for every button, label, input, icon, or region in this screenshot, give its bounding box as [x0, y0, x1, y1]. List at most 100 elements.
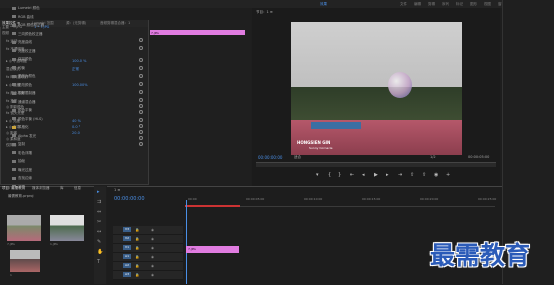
effect-item[interactable]: 查找边缘: [12, 176, 32, 181]
mute-icon[interactable]: ◉: [151, 273, 154, 277]
play-icon[interactable]: ▶: [374, 172, 378, 178]
ec-row-value[interactable]: 100.00%: [72, 83, 88, 87]
effect-item[interactable]: 保留颜色: [12, 57, 32, 62]
tab-info[interactable]: 信息: [74, 186, 81, 191]
effect-item[interactable]: 均衡: [12, 66, 25, 71]
track-header-a2[interactable]: A2 🔒 ◉: [113, 262, 183, 271]
reset-icon[interactable]: [139, 66, 143, 70]
mark-in-icon[interactable]: {: [328, 172, 331, 178]
reset-icon[interactable]: [139, 142, 143, 146]
track-label[interactable]: V1: [123, 245, 131, 250]
tab-project[interactable]: 项目: 最需教育: [2, 186, 25, 191]
program-monitor-title[interactable]: 节目：1 ≡: [256, 10, 273, 15]
lock-icon[interactable]: 🔒: [135, 255, 139, 259]
tab-audio-mixer[interactable]: 音频剪辑混合器：1: [100, 21, 130, 26]
track-label[interactable]: V3: [123, 227, 131, 232]
timeline-timecode[interactable]: 00:00:00:00: [114, 196, 145, 202]
menu-item[interactable]: 剪辑: [428, 2, 435, 7]
hand-tool-icon[interactable]: ✋: [97, 250, 103, 255]
effect-item[interactable]: 彩色浮雕: [12, 151, 32, 156]
effect-item[interactable]: 复制: [12, 142, 25, 147]
workspace-tab-effects[interactable]: 效果: [320, 2, 327, 7]
type-tool-icon[interactable]: T: [97, 260, 102, 265]
step-back-icon[interactable]: ◂: [362, 172, 365, 178]
lock-icon[interactable]: 🔒: [135, 246, 139, 250]
reset-icon[interactable]: [139, 90, 143, 94]
reset-icon[interactable]: [139, 98, 143, 102]
tab-libraries[interactable]: 库: [60, 186, 64, 191]
ec-row-value[interactable]: 正常: [72, 67, 79, 72]
lock-icon[interactable]: 🔒: [135, 264, 139, 268]
mute-icon[interactable]: ◉: [151, 255, 154, 259]
ec-row-value[interactable]: 100.0 %: [72, 59, 86, 63]
effect-item[interactable]: RGB 颜色校正器: [12, 23, 44, 28]
menu-item[interactable]: 标记: [456, 2, 463, 7]
zoom-select[interactable]: 适合: [294, 155, 301, 160]
go-to-out-icon[interactable]: ⇥: [398, 172, 402, 178]
project-thumb-2[interactable]: [50, 215, 84, 241]
track-header-v1[interactable]: V1 🔒 ◉: [113, 244, 183, 253]
ec-row-value[interactable]: 20.0: [72, 131, 80, 135]
effect-item[interactable]: 通道混合器: [12, 100, 36, 105]
pen-tool-icon[interactable]: ✎: [97, 240, 102, 245]
timeline-clip[interactable]: 7.JPG: [186, 246, 239, 253]
effect-item[interactable]: 更改颜色: [12, 83, 32, 88]
lock-icon[interactable]: 🔒: [135, 237, 139, 241]
effect-item[interactable]: 风格化: [12, 125, 29, 130]
effect-item[interactable]: RGB 曲线: [12, 15, 34, 20]
step-forward-icon[interactable]: ▸: [386, 172, 389, 178]
button-editor-icon[interactable]: +: [446, 172, 450, 178]
effect-item[interactable]: 颜色平衡: [12, 108, 32, 113]
reset-icon[interactable]: [139, 136, 143, 140]
effect-item[interactable]: 视频限制器: [12, 91, 36, 96]
track-label[interactable]: A1: [123, 254, 131, 259]
menu-item[interactable]: 编辑: [414, 2, 421, 7]
track-label[interactable]: V2: [123, 236, 131, 241]
reset-icon[interactable]: [139, 110, 143, 114]
project-thumb-3[interactable]: [10, 250, 40, 272]
resolution-select[interactable]: 1/2: [430, 155, 436, 159]
sequence-tab[interactable]: 1 ≡: [114, 188, 120, 192]
track-header-a3[interactable]: A3 🔒 ◉: [113, 271, 183, 280]
mark-out-icon[interactable]: }: [338, 172, 341, 178]
playhead[interactable]: [186, 200, 187, 284]
reset-icon[interactable]: [139, 82, 143, 86]
effect-item[interactable]: 曝光过度: [12, 168, 32, 173]
effect-item[interactable]: 抽帧: [12, 159, 25, 164]
reset-icon[interactable]: [139, 118, 143, 122]
ec-row-value[interactable]: 40 %: [72, 119, 81, 123]
slip-tool-icon[interactable]: ↔: [97, 230, 102, 235]
reset-icon[interactable]: [139, 124, 143, 128]
menu-item[interactable]: 序列: [442, 2, 449, 7]
program-timecode[interactable]: 00:00:00:00: [258, 155, 282, 160]
export-frame-icon[interactable]: ◉: [434, 172, 438, 178]
track-label[interactable]: A2: [123, 263, 131, 268]
track-header-a1[interactable]: A1 🔒 ◉: [113, 253, 183, 262]
reset-icon[interactable]: [139, 46, 143, 50]
menu-item[interactable]: 文件: [400, 2, 407, 7]
lock-icon[interactable]: 🔒: [135, 228, 139, 232]
effect-item[interactable]: 亮度曲线: [12, 40, 32, 45]
menu-item[interactable]: 视图: [484, 2, 491, 7]
tab-source[interactable]: 源：(无剪辑): [66, 21, 86, 26]
selection-tool-icon[interactable]: ▸: [97, 190, 102, 195]
ripple-tool-icon[interactable]: ⇔: [97, 210, 102, 215]
project-thumb-1[interactable]: [7, 215, 41, 241]
lift-icon[interactable]: ⇧: [410, 172, 414, 178]
track-header-v2[interactable]: V2 🔒 ◉: [113, 235, 183, 244]
effect-item[interactable]: 颜色平衡 (HLS): [12, 117, 43, 122]
effect-item[interactable]: 亮度校正器: [12, 49, 36, 54]
track-label[interactable]: A3: [123, 272, 131, 277]
effect-item[interactable]: Lumetri 颜色: [12, 6, 40, 11]
eye-icon[interactable]: ◉: [151, 228, 154, 232]
lock-icon[interactable]: 🔒: [135, 273, 139, 277]
ec-clip-bar[interactable]: 7.JPG: [150, 30, 245, 35]
reset-icon[interactable]: [139, 74, 143, 78]
reset-icon[interactable]: [139, 38, 143, 42]
eye-icon[interactable]: ◉: [151, 237, 154, 241]
reset-icon[interactable]: [139, 130, 143, 134]
extract-icon[interactable]: ⇪: [422, 172, 426, 178]
go-to-in-icon[interactable]: ⇤: [350, 172, 354, 178]
track-select-tool-icon[interactable]: ⇉: [97, 200, 102, 205]
eye-icon[interactable]: ◉: [151, 246, 154, 250]
